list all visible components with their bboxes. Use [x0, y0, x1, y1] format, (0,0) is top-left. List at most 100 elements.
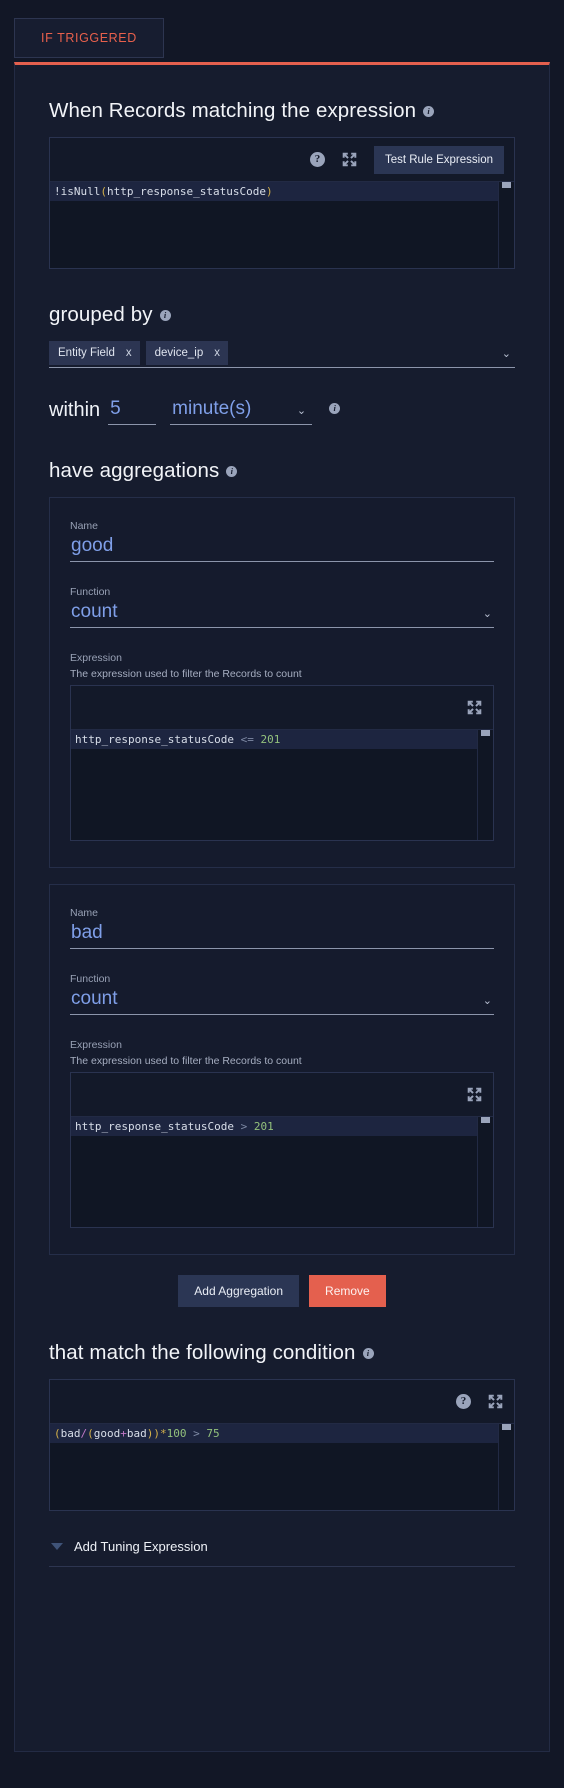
info-icon[interactable]: i [362, 1348, 374, 1359]
when-token-open-paren: ( [100, 185, 107, 198]
when-editor-toolbar: ? Test Rule Expression [50, 138, 514, 182]
aggregation-item: Name good Function count ⌄ Expression The… [49, 497, 515, 868]
info-icon[interactable]: i [226, 466, 238, 477]
grouped-by-text: grouped by [49, 303, 153, 326]
function-label: Function [70, 973, 111, 985]
rule-builder-page: IF TRIGGERED When Records matching the e… [0, 0, 564, 1788]
add-tuning-expression-row[interactable]: Add Tuning Expression [49, 1529, 515, 1567]
aggregation-buttons: Add Aggregation Remove [49, 1275, 515, 1307]
expression-label: Expression [70, 1039, 122, 1051]
cond-token-p4: ) [153, 1427, 160, 1440]
chip-label: device_ip [154, 347, 204, 359]
remove-aggregation-button[interactable]: Remove [309, 1275, 386, 1307]
aggregation-function-select[interactable]: count ⌄ [70, 988, 494, 1015]
help-icon[interactable]: ? [309, 152, 325, 167]
chip-device-ip[interactable]: device_ip x [145, 341, 228, 365]
within-unit-select[interactable]: minute(s) ⌄ [170, 398, 313, 425]
when-token-bang: ! [54, 185, 61, 198]
help-icon[interactable]: ? [456, 1394, 471, 1409]
scrollbar-thumb[interactable] [502, 1424, 511, 1430]
within-row: within 5 minute(s) ⌄ i [49, 398, 515, 425]
within-unit-value: minute(s) [172, 398, 252, 419]
scrollbar-thumb[interactable] [502, 182, 511, 188]
info-icon[interactable]: i [423, 106, 435, 117]
aggregation-code-scrollbar[interactable] [477, 730, 493, 840]
condition-code-line: (bad/(good+bad))*100 > 75 [50, 1424, 498, 1443]
add-aggregation-button[interactable]: Add Aggregation [178, 1275, 300, 1307]
chevron-down-icon[interactable]: ⌄ [502, 347, 515, 360]
tab-if-triggered[interactable]: IF TRIGGERED [14, 18, 164, 58]
agg-token-operator: <= [240, 733, 254, 746]
when-token-fn: isNull [60, 185, 101, 198]
scrollbar-thumb[interactable] [481, 730, 490, 736]
cond-token-good: good [93, 1427, 121, 1440]
chevron-down-icon[interactable]: ⌄ [297, 404, 312, 417]
aggregation-expression-editor[interactable]: http_response_statusCode <= 201 [70, 685, 494, 841]
when-title-text: When Records matching the expression [49, 99, 417, 122]
scrollbar-thumb[interactable] [481, 1117, 490, 1123]
expression-help-text: The expression used to filter the Record… [70, 1055, 302, 1067]
agg-token-identifier: http_response_statusCode [75, 1120, 234, 1133]
cond-token-p2: ( [87, 1427, 94, 1440]
footer-spacer [49, 1567, 515, 1603]
aggregation-name-input[interactable]: bad [70, 922, 494, 949]
chip-entity-field[interactable]: Entity Field x [49, 341, 140, 365]
aggregations-title: have aggregations i [49, 459, 515, 483]
info-icon[interactable]: i [329, 403, 341, 414]
when-expression-editor[interactable]: ? Test Rule Expression !isNull(http_resp… [49, 137, 515, 269]
aggregation-name-value: good [71, 535, 114, 556]
within-info-wrap: i [322, 401, 341, 425]
chip-label: Entity Field [58, 347, 115, 359]
cond-token-star: * [160, 1427, 167, 1440]
within-value-input[interactable]: 5 [108, 398, 157, 425]
grouped-by-field[interactable]: Entity Field x device_ip x ⌄ [49, 341, 515, 368]
tab-strip: IF TRIGGERED [0, 0, 564, 58]
name-label: Name [70, 907, 99, 919]
aggregation-code-line: http_response_statusCode <= 201 [71, 730, 477, 749]
cond-token-hundred: 100 [166, 1427, 187, 1440]
aggregation-function-value: count [71, 601, 118, 622]
info-icon[interactable]: i [159, 310, 171, 321]
name-label: Name [70, 520, 99, 532]
when-code-area[interactable]: !isNull(http_response_statusCode) [50, 182, 514, 268]
agg-token-number: 201 [260, 733, 281, 746]
condition-code-scrollbar[interactable] [498, 1424, 514, 1510]
aggregation-code-area[interactable]: http_response_statusCode > 201 [71, 1117, 493, 1227]
expand-arrows-icon[interactable] [341, 151, 358, 168]
triangle-down-icon[interactable] [51, 1543, 63, 1550]
cond-token-p1: ( [54, 1427, 61, 1440]
cond-token-gt: > [193, 1427, 200, 1440]
aggregation-code-scrollbar[interactable] [477, 1117, 493, 1227]
rule-card-inner: When Records matching the expression i ? … [15, 99, 549, 1603]
condition-editor-toolbar: ? [50, 1380, 514, 1424]
cond-token-75: 75 [206, 1427, 220, 1440]
aggregation-code-line: http_response_statusCode > 201 [71, 1117, 477, 1136]
aggregation-name-value: bad [71, 922, 103, 943]
when-code-scrollbar[interactable] [498, 182, 514, 268]
chip-remove-icon[interactable]: x [126, 347, 132, 359]
aggregation-editor-toolbar [71, 686, 493, 730]
condition-expression-editor[interactable]: ? (bad/(good+bad))*100 > 75 [49, 1379, 515, 1511]
condition-code-area[interactable]: (bad/(good+bad))*100 > 75 [50, 1424, 514, 1510]
expand-arrows-icon[interactable] [466, 1086, 483, 1103]
chevron-down-icon[interactable]: ⌄ [483, 607, 494, 620]
test-rule-expression-button[interactable]: Test Rule Expression [373, 145, 504, 174]
aggregation-name-input[interactable]: good [70, 535, 494, 562]
aggregation-expression-editor[interactable]: http_response_statusCode > 201 [70, 1072, 494, 1228]
when-code-line: !isNull(http_response_statusCode) [50, 182, 498, 201]
expression-label: Expression [70, 652, 122, 664]
expand-arrows-icon[interactable] [466, 699, 483, 716]
chip-remove-icon[interactable]: x [214, 347, 220, 359]
when-token-close-paren: ) [265, 185, 273, 198]
expand-arrows-icon[interactable] [487, 1393, 504, 1410]
aggregation-function-select[interactable]: count ⌄ [70, 601, 494, 628]
add-tuning-expression-label: Add Tuning Expression [74, 1539, 208, 1554]
cond-token-bad1: bad [60, 1427, 81, 1440]
condition-title: that match the following condition i [49, 1341, 515, 1365]
chevron-down-icon[interactable]: ⌄ [483, 994, 494, 1007]
aggregation-editor-toolbar [71, 1073, 493, 1117]
aggregation-code-area[interactable]: http_response_statusCode <= 201 [71, 730, 493, 840]
